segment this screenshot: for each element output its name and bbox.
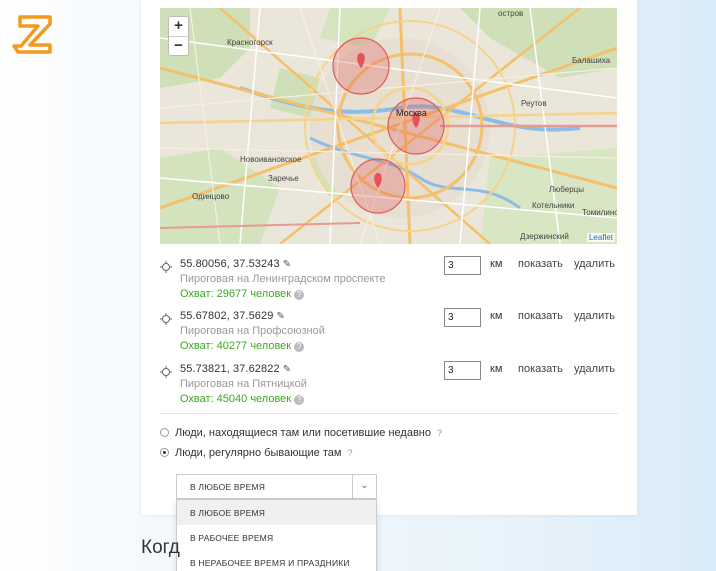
audience-option-recent[interactable]: Люди, находящиеся там или посетившие нед… — [160, 427, 442, 439]
location-coords[interactable]: 55.67802, 37.5629 ✎ — [180, 310, 285, 322]
map-attribution[interactable]: Leaflet — [586, 233, 615, 242]
map-label: Красногорск — [227, 38, 273, 47]
radius-input[interactable] — [444, 361, 481, 380]
location-row: 55.67802, 37.5629 ✎ Пироговая на Профсоюз… — [160, 308, 620, 358]
help-icon[interactable]: ? — [294, 290, 305, 300]
help-icon[interactable]: ? — [347, 448, 352, 458]
location-name: Пироговая на Ленинградском проспекте — [180, 273, 386, 285]
pencil-icon[interactable]: ✎ — [276, 311, 284, 322]
map-label: Москва — [396, 108, 427, 118]
location-coords[interactable]: 55.73821, 37.62822 ✎ — [180, 363, 291, 375]
map-label: Котельники — [532, 201, 575, 210]
delete-button[interactable]: удалить — [574, 310, 615, 322]
time-select-value: В ЛЮБОЕ ВРЕМЯ — [190, 482, 266, 492]
show-button[interactable]: показать — [518, 363, 563, 375]
coords-text: 55.80056, 37.53243 — [180, 258, 280, 270]
time-select-dropdown: В ЛЮБОЕ ВРЕМЯ В РАБОЧЕЕ ВРЕМЯ В НЕРАБОЧЕ… — [176, 499, 377, 571]
show-button[interactable]: показать — [518, 310, 563, 322]
reach-value: Охват: 40277 человек — [180, 340, 292, 352]
radius-input[interactable] — [444, 308, 481, 327]
reach-value: Охват: 45040 человек — [180, 393, 292, 405]
time-select[interactable]: В ЛЮБОЕ ВРЕМЯ ⌄ — [176, 474, 377, 499]
zoom-control: + − — [168, 16, 189, 56]
pencil-icon[interactable]: ✎ — [283, 364, 291, 375]
km-label: км — [490, 258, 503, 270]
brand-logo[interactable] — [12, 12, 56, 56]
location-row: 55.73821, 37.62822 ✎ Пироговая на Пятницк… — [160, 361, 620, 411]
coords-text: 55.67802, 37.5629 — [180, 310, 274, 322]
zoom-out-button[interactable]: − — [169, 36, 188, 55]
map-label: Люберцы — [549, 185, 584, 194]
location-name: Пироговая на Пятницкой — [180, 378, 307, 390]
km-label: км — [490, 310, 503, 322]
pencil-icon[interactable]: ✎ — [283, 259, 291, 270]
help-icon[interactable]: ? — [294, 395, 305, 405]
location-row: 55.80056, 37.53243 ✎ Пироговая на Ленингр… — [160, 256, 620, 306]
map-label: Томилино — [582, 208, 617, 217]
location-coords[interactable]: 55.80056, 37.53243 ✎ — [180, 258, 291, 270]
reach-value: Охват: 29677 человек — [180, 288, 292, 300]
crosshair-icon — [160, 313, 172, 325]
radio-button-selected[interactable] — [160, 448, 169, 457]
delete-button[interactable]: удалить — [574, 258, 615, 270]
help-icon[interactable]: ? — [294, 342, 305, 352]
reach-text: Охват: 45040 человек? — [180, 393, 305, 405]
radio-label: Люди, регулярно бывающие там — [175, 447, 342, 459]
km-label: км — [490, 363, 503, 375]
map-label: Реутов — [521, 99, 547, 108]
dropdown-option[interactable]: В РАБОЧЕЕ ВРЕМЯ — [177, 525, 376, 550]
crosshair-icon — [160, 261, 172, 273]
show-button[interactable]: показать — [518, 258, 563, 270]
coords-text: 55.73821, 37.62822 — [180, 363, 280, 375]
divider — [160, 413, 618, 414]
dropdown-option[interactable]: В НЕРАБОЧЕЕ ВРЕМЯ И ПРАЗДНИКИ — [177, 550, 376, 571]
reach-text: Охват: 40277 человек? — [180, 340, 305, 352]
dropdown-option[interactable]: В ЛЮБОЕ ВРЕМЯ — [177, 500, 376, 525]
map-label: Дзержинский — [520, 232, 569, 241]
location-name: Пироговая на Профсоюзной — [180, 325, 325, 337]
help-icon[interactable]: ? — [437, 428, 442, 438]
zoom-in-button[interactable]: + — [169, 17, 188, 36]
reach-text: Охват: 29677 человек? — [180, 288, 305, 300]
audience-option-regular[interactable]: Люди, регулярно бывающие там? — [160, 447, 352, 459]
section-heading: Когд — [141, 537, 180, 558]
radio-label: Люди, находящиеся там или посетившие нед… — [175, 427, 431, 439]
delete-button[interactable]: удалить — [574, 363, 615, 375]
radius-input[interactable] — [444, 256, 481, 275]
crosshair-icon — [160, 366, 172, 378]
map-label: Новоивановское — [240, 155, 302, 164]
map-label: Одинцово — [192, 192, 230, 201]
radio-button[interactable] — [160, 428, 169, 437]
map[interactable]: остров Балашиха Красногорск Москва Реуто… — [160, 8, 617, 244]
map-label: Заречье — [268, 174, 299, 183]
map-label: остров — [498, 9, 524, 18]
map-label: Балашиха — [572, 56, 611, 65]
chevron-down-icon[interactable]: ⌄ — [352, 475, 376, 498]
